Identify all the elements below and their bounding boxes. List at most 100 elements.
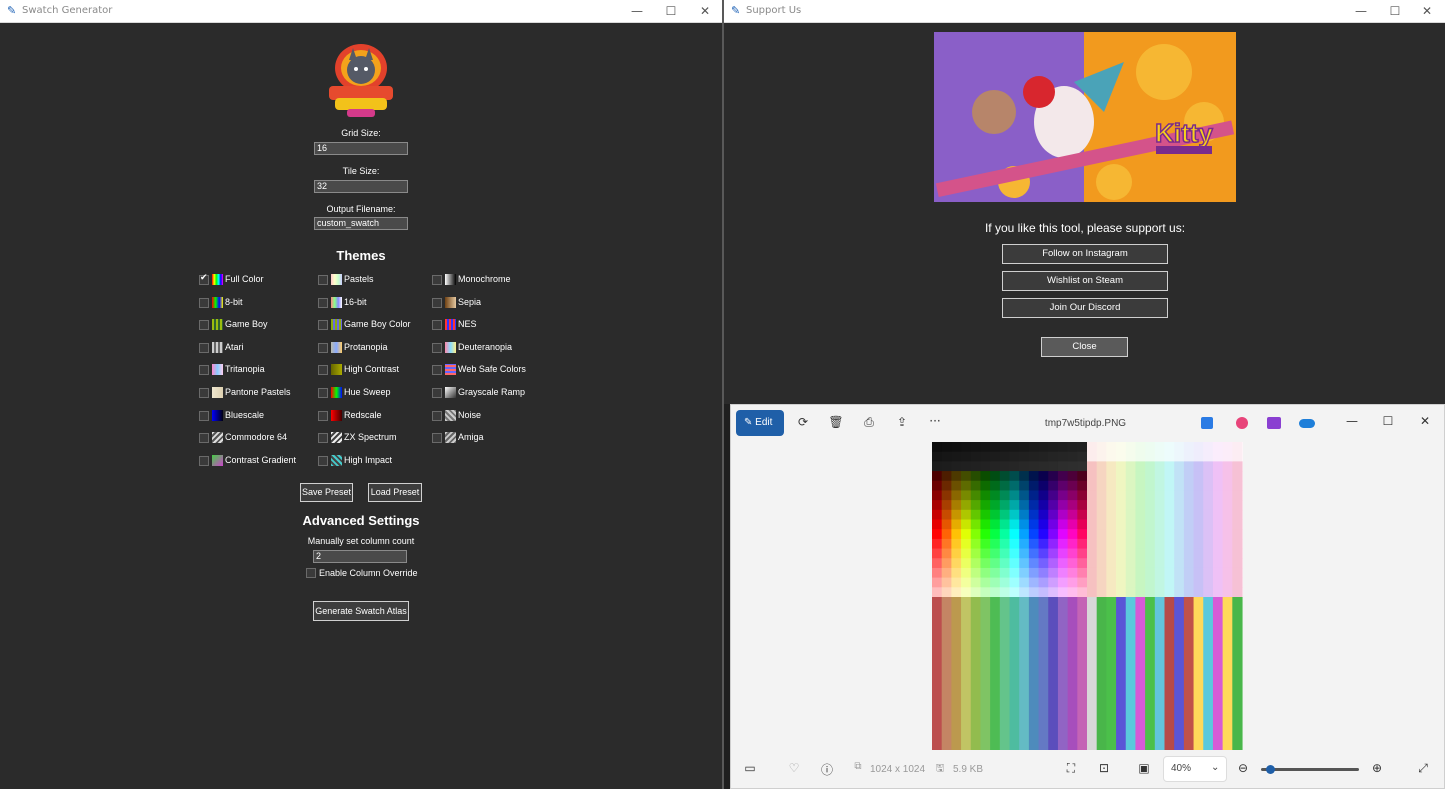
- atlas-cell: [1125, 587, 1137, 598]
- column-count-input[interactable]: 2: [313, 550, 407, 563]
- theme-checkbox[interactable]: [432, 365, 442, 376]
- filesize-icon: 🖫: [935, 763, 945, 774]
- theme-checkbox[interactable]: [318, 320, 328, 331]
- onedrive-icon[interactable]: [1299, 419, 1315, 428]
- atlas-cell: [1164, 567, 1175, 579]
- atlas-cell: [1125, 442, 1137, 453]
- generate-swatch-atlas-button[interactable]: Generate Swatch Atlas: [313, 601, 409, 621]
- zoom-select[interactable]: 40% ⌄: [1163, 756, 1227, 782]
- atlas-cell: [932, 548, 943, 559]
- delete-icon[interactable]: 🗑: [826, 415, 846, 429]
- theme-checkbox[interactable]: [199, 365, 209, 376]
- feather-icon: ✎: [731, 4, 741, 17]
- maximize-button[interactable]: ☐: [654, 2, 688, 20]
- zoom-out-icon[interactable]: ⊖: [1233, 761, 1253, 775]
- theme-checkbox[interactable]: [199, 388, 209, 398]
- info-icon[interactable]: ⓘ: [817, 761, 837, 778]
- close-icon[interactable]: ✕: [1415, 414, 1435, 428]
- atlas-cell: [1077, 509, 1088, 521]
- output-filename-input[interactable]: custom_swatch: [314, 217, 408, 230]
- minimize-button[interactable]: —: [620, 2, 654, 20]
- atlas-cell: [1183, 548, 1195, 559]
- atlas-cell: [932, 442, 943, 453]
- actual-size-icon[interactable]: ⊡: [1094, 761, 1114, 775]
- tile-size-input[interactable]: 32: [314, 180, 408, 193]
- theme-checkbox[interactable]: [199, 433, 209, 444]
- titlebar[interactable]: ✎ Support Us — ☐ ✕: [724, 0, 1445, 23]
- atlas-cell: [941, 471, 952, 482]
- theme-checkbox[interactable]: [318, 365, 328, 376]
- theme-checkbox[interactable]: [318, 342, 328, 353]
- atlas-cell: [1174, 500, 1185, 511]
- atlas-cell: [1174, 597, 1185, 752]
- app-icon-clipchamp[interactable]: [1267, 417, 1281, 429]
- filmstrip-icon[interactable]: ▭: [740, 761, 760, 775]
- minimize-button[interactable]: —: [1344, 2, 1378, 20]
- follow-instagram-button[interactable]: Follow on Instagram: [1002, 244, 1168, 264]
- theme-checkbox[interactable]: [432, 320, 442, 331]
- edit-button[interactable]: ✎ Edit: [736, 410, 784, 436]
- theme-checkbox[interactable]: [318, 388, 328, 398]
- atlas-cell: [1164, 451, 1175, 462]
- print-icon[interactable]: ⎙: [859, 415, 879, 430]
- zoom-in-icon[interactable]: ⊕: [1367, 761, 1387, 775]
- theme-checkbox[interactable]: [432, 410, 442, 421]
- theme-checkbox[interactable]: [318, 455, 328, 466]
- atlas-cell: [1212, 461, 1224, 472]
- rotate-icon[interactable]: ⟳: [793, 415, 813, 429]
- maximize-icon[interactable]: ☐: [1378, 414, 1398, 428]
- chevron-down-icon: ⌄: [1211, 762, 1220, 773]
- atlas-cell: [1106, 471, 1117, 482]
- atlas-cell: [1183, 519, 1195, 530]
- join-discord-button[interactable]: Join Our Discord: [1002, 298, 1168, 318]
- favorite-icon[interactable]: ♡: [784, 761, 804, 775]
- fit-icon[interactable]: ⛶: [1061, 761, 1081, 776]
- theme-checkbox[interactable]: [318, 297, 328, 308]
- more-options-icon[interactable]: ···: [925, 414, 945, 428]
- theme-checkbox[interactable]: [318, 410, 328, 421]
- atlas-cell: [1048, 529, 1059, 540]
- atlas-cell: [932, 490, 943, 501]
- theme-checkbox[interactable]: [199, 273, 209, 285]
- atlas-cell: [980, 500, 991, 511]
- atlas-cell: [1145, 567, 1156, 579]
- titlebar[interactable]: ✎ Swatch Generator — ☐ ✕: [0, 0, 722, 23]
- app-icon-copilot[interactable]: [1236, 417, 1248, 429]
- theme-checkbox[interactable]: [318, 433, 328, 444]
- zoom-slider[interactable]: [1261, 765, 1359, 774]
- share-icon[interactable]: ⇪: [892, 415, 912, 429]
- wishlist-steam-button[interactable]: Wishlist on Steam: [1002, 271, 1168, 291]
- theme-checkbox[interactable]: [432, 297, 442, 308]
- zoom-slider-thumb[interactable]: [1266, 765, 1275, 774]
- atlas-cell: [1096, 567, 1107, 579]
- theme-checkbox[interactable]: [199, 455, 209, 466]
- atlas-cell: [1203, 509, 1214, 521]
- atlas-cell: [1183, 538, 1195, 550]
- maximize-button[interactable]: ☐: [1378, 2, 1412, 20]
- app-icon-blue[interactable]: [1201, 417, 1213, 429]
- theme-checkbox[interactable]: [432, 342, 442, 353]
- theme-checkbox[interactable]: [432, 388, 442, 398]
- grid-size-input[interactable]: 16: [314, 142, 408, 155]
- theme-checkbox[interactable]: [432, 275, 442, 285]
- atlas-cell: [1048, 597, 1059, 752]
- close-button[interactable]: ✕: [1410, 2, 1444, 20]
- close-button[interactable]: ✕: [688, 2, 722, 20]
- load-preset-button[interactable]: Load Preset: [368, 483, 422, 502]
- theme-label: Full Color: [225, 274, 264, 284]
- save-preset-button[interactable]: Save Preset: [300, 483, 353, 502]
- theme-checkbox[interactable]: [318, 275, 328, 285]
- minimize-icon[interactable]: —: [1342, 414, 1362, 428]
- theme-checkbox[interactable]: [199, 410, 209, 421]
- theme-swatch-icon: [212, 409, 223, 421]
- fullscreen-icon[interactable]: ⤢: [1413, 761, 1433, 776]
- atlas-cell: [1174, 509, 1185, 521]
- close-support-button[interactable]: Close: [1041, 337, 1128, 357]
- atlas-cell: [1019, 567, 1030, 579]
- theme-checkbox[interactable]: [199, 320, 209, 331]
- theme-checkbox[interactable]: [199, 297, 209, 308]
- theme-checkbox[interactable]: [432, 433, 442, 444]
- slideshow-icon[interactable]: ▣: [1134, 761, 1154, 775]
- column-override-checkbox[interactable]: [306, 568, 316, 578]
- theme-checkbox[interactable]: [199, 342, 209, 353]
